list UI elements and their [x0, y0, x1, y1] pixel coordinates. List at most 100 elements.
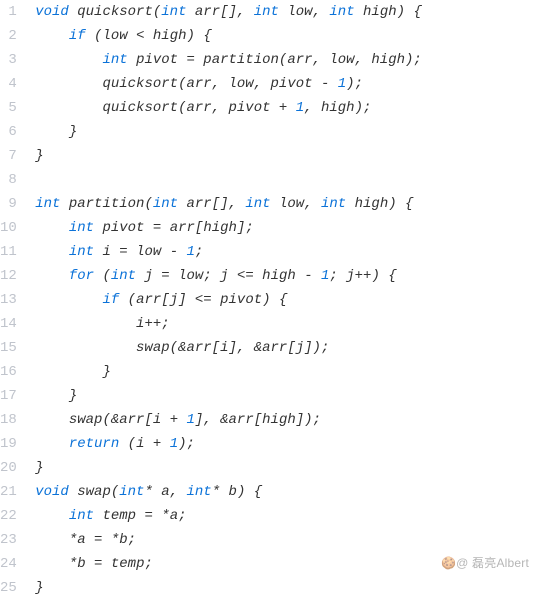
code-line[interactable]: }: [27, 384, 539, 408]
token-pn: []: [220, 4, 237, 20]
token-op: *: [212, 484, 220, 500]
code-line[interactable]: int partition(int arr[], int low, int hi…: [27, 192, 539, 216]
code-line[interactable]: quicksort(arr, low, pivot - 1);: [27, 72, 539, 96]
token-id: pivot: [102, 220, 144, 236]
token-id: pivot: [136, 52, 178, 68]
token-pn: ;: [321, 340, 329, 356]
token-pn: (: [153, 4, 161, 20]
line-number: 7: [0, 144, 17, 168]
line-number: 10: [0, 216, 17, 240]
line-number: 5: [0, 96, 17, 120]
code-line[interactable]: int pivot = arr[high];: [27, 216, 539, 240]
token-id: low: [136, 244, 161, 260]
code-line[interactable]: if (arr[j] <= pivot) {: [27, 288, 539, 312]
token-kw: int: [69, 508, 94, 524]
code-line[interactable]: swap(&arr[i], &arr[j]);: [27, 336, 539, 360]
token-id: partition: [203, 52, 279, 68]
line-number: 6: [0, 120, 17, 144]
token-op: *: [111, 532, 119, 548]
token-pn: }: [69, 388, 77, 404]
token-pn: ;: [144, 556, 152, 572]
code-line[interactable]: *a = *b;: [27, 528, 539, 552]
token-pn: }: [35, 580, 43, 596]
token-id: arr: [287, 52, 312, 68]
token-kw: int: [35, 196, 60, 212]
token-op: =: [119, 244, 127, 260]
token-op: &: [111, 412, 119, 428]
line-number: 13: [0, 288, 17, 312]
token-pn: (: [102, 412, 110, 428]
token-id: high: [321, 100, 355, 116]
code-line[interactable]: int i = low - 1;: [27, 240, 539, 264]
token-id: arr: [229, 412, 254, 428]
code-line[interactable]: int pivot = partition(arr, low, high);: [27, 48, 539, 72]
token-id: b: [119, 532, 127, 548]
code-line[interactable]: }: [27, 144, 539, 168]
token-kw: int: [245, 196, 270, 212]
token-op: <=: [237, 268, 254, 284]
token-id: temp: [102, 508, 136, 524]
token-pn: ,: [203, 412, 211, 428]
line-number: 22: [0, 504, 17, 528]
code-line[interactable]: quicksort(arr, pivot + 1, high);: [27, 96, 539, 120]
code-line[interactable]: i++;: [27, 312, 539, 336]
token-kw: void: [35, 484, 69, 500]
token-id: b: [77, 556, 85, 572]
token-id: i: [102, 244, 110, 260]
token-id: high: [262, 412, 296, 428]
token-pn: ): [388, 196, 396, 212]
token-id: j: [220, 268, 228, 284]
token-pn: ]: [296, 412, 304, 428]
token-id: arr: [186, 76, 211, 92]
line-number: 20: [0, 456, 17, 480]
token-id: low: [102, 28, 127, 44]
token-pn: ,: [212, 100, 220, 116]
token-kw: int: [69, 244, 94, 260]
token-pn: (: [102, 268, 110, 284]
token-kw: int: [329, 4, 354, 20]
token-op: &: [220, 412, 228, 428]
token-op: &: [254, 340, 262, 356]
token-op: *: [69, 532, 77, 548]
code-line[interactable]: void quicksort(int arr[], int low, int h…: [27, 0, 539, 24]
token-kw: int: [321, 196, 346, 212]
token-pn: [: [254, 412, 262, 428]
code-line[interactable]: if (low < high) {: [27, 24, 539, 48]
token-id: quicksort: [77, 4, 153, 20]
token-id: j: [296, 340, 304, 356]
token-op: <=: [195, 292, 212, 308]
token-id: a: [77, 532, 85, 548]
token-pn: ,: [313, 4, 321, 20]
code-lines[interactable]: void quicksort(int arr[], int low, int h…: [27, 0, 539, 600]
token-pn: ,: [355, 52, 363, 68]
code-line[interactable]: int temp = *a;: [27, 504, 539, 528]
token-pn: ,: [304, 100, 312, 116]
token-id: arr: [195, 4, 220, 20]
token-pn: [: [144, 412, 152, 428]
token-id: i: [153, 412, 161, 428]
token-id: arr: [262, 340, 287, 356]
code-line[interactable]: [27, 168, 539, 192]
token-id: pivot: [271, 76, 313, 92]
token-id: swap: [136, 340, 170, 356]
code-line[interactable]: void swap(int* a, int* b) {: [27, 480, 539, 504]
token-pn: {: [203, 28, 211, 44]
token-id: low: [229, 76, 254, 92]
token-pn: ;: [245, 220, 253, 236]
code-line[interactable]: swap(&arr[i + 1], &arr[high]);: [27, 408, 539, 432]
token-id: low: [279, 196, 304, 212]
code-line[interactable]: for (int j = low; j <= high - 1; j++) {: [27, 264, 539, 288]
token-kw: int: [69, 220, 94, 236]
code-line[interactable]: return (i + 1);: [27, 432, 539, 456]
token-id: pivot: [220, 292, 262, 308]
line-number: 11: [0, 240, 17, 264]
token-id: swap: [77, 484, 111, 500]
code-line[interactable]: }: [27, 360, 539, 384]
token-id: arr: [186, 100, 211, 116]
token-pn: ]: [228, 340, 236, 356]
code-line[interactable]: }: [27, 456, 539, 480]
code-line[interactable]: }: [27, 120, 539, 144]
token-pn: ,: [212, 76, 220, 92]
line-number: 25: [0, 576, 17, 600]
code-line[interactable]: }: [27, 576, 539, 600]
